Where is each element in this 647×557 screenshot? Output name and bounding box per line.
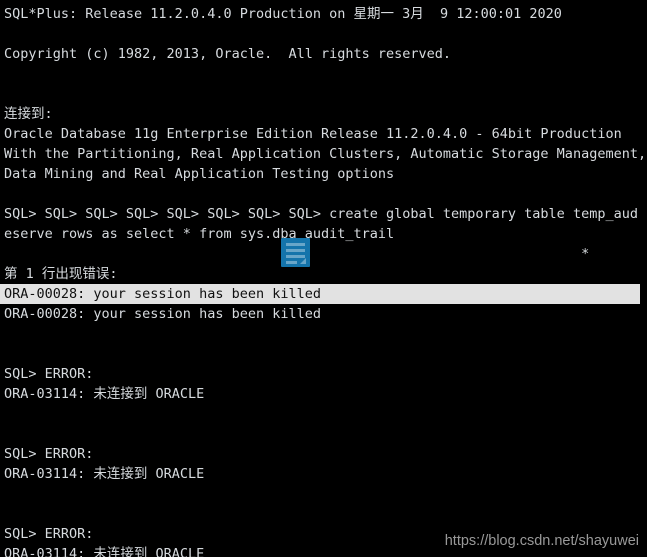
document-icon-line-1: [286, 243, 305, 246]
terminal-line: ORA-03114: 未连接到 ORACLE: [4, 386, 205, 402]
terminal-line: ORA-00028: your session has been killed: [4, 306, 321, 322]
terminal-line: 连接到:: [4, 106, 53, 122]
terminal-line: *: [581, 246, 590, 262]
terminal-window[interactable]: SQL*Plus: Release 11.2.0.4.0 Production …: [0, 0, 647, 557]
terminal-line: Oracle Database 11g Enterprise Edition R…: [4, 126, 622, 142]
terminal-line: SQL> SQL> SQL> SQL> SQL> SQL> SQL> SQL> …: [4, 206, 647, 222]
watermark-url: https://blog.csdn.net/shayuwei: [444, 533, 639, 549]
terminal-line: SQL*Plus: Release 11.2.0.4.0 Production …: [4, 6, 562, 22]
document-icon-corner-mark: [300, 258, 306, 264]
terminal-line: ORA-00028: your session has been killed: [0, 284, 640, 304]
terminal-line: Data Mining and Real Application Testing…: [4, 166, 395, 182]
terminal-line: SQL> ERROR:: [4, 446, 94, 462]
terminal-line: ORA-03114: 未连接到 ORACLE: [4, 466, 205, 482]
terminal-line: 第 1 行出现错误:: [4, 266, 118, 282]
terminal-output: SQL*Plus: Release 11.2.0.4.0 Production …: [0, 4, 647, 557]
terminal-line: SQL> ERROR:: [4, 366, 94, 382]
terminal-line: With the Partitioning, Real Application …: [4, 146, 647, 162]
terminal-line: eserve rows as select * from sys.dba_aud…: [4, 226, 395, 242]
document-icon-line-2: [286, 249, 305, 252]
document-icon[interactable]: [281, 238, 310, 267]
document-icon-line-4: [286, 261, 297, 264]
terminal-line: Copyright (c) 1982, 2013, Oracle. All ri…: [4, 46, 452, 62]
